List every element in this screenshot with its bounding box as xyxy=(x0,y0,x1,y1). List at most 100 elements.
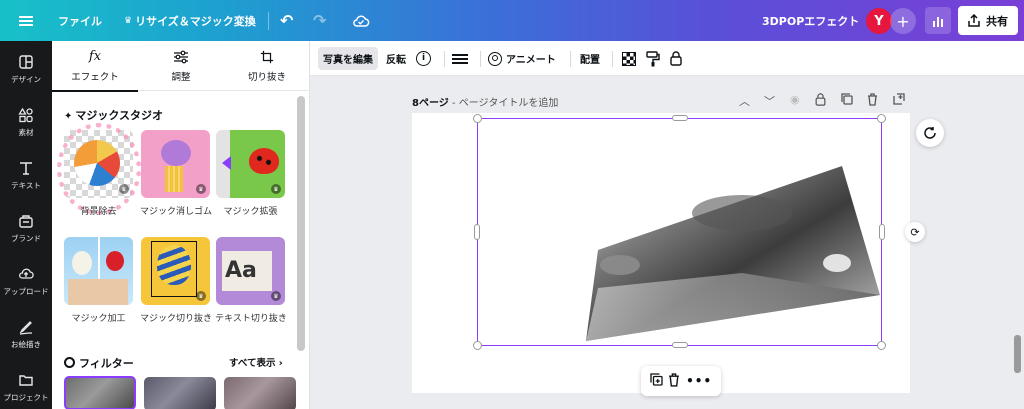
text-sample-image: Aa xyxy=(222,251,272,291)
lock-button[interactable] xyxy=(670,47,682,70)
rail-label: アップロード xyxy=(3,286,49,296)
text-grab-card[interactable]: Aa ♛ xyxy=(216,237,285,305)
border-style-icon xyxy=(452,53,468,64)
tab-crop[interactable]: 切り抜き xyxy=(224,41,310,91)
duplicate-icon xyxy=(841,93,853,105)
magic-eraser-card[interactable]: ♛ xyxy=(141,130,210,198)
resize-handle-right[interactable] xyxy=(879,224,885,240)
more-options-button[interactable]: ••• xyxy=(686,374,712,388)
tab-adjust[interactable]: 調整 xyxy=(138,41,224,91)
resize-handle-br[interactable] xyxy=(877,341,886,350)
add-page-button[interactable] xyxy=(893,93,905,108)
draw-icon xyxy=(19,320,33,335)
page-title-input[interactable]: ページタイトルを追加 xyxy=(459,98,559,109)
rail-item-projects[interactable]: プロジェクト xyxy=(0,363,52,409)
selection-frame xyxy=(477,118,882,346)
resize-handle-left[interactable] xyxy=(474,224,480,240)
shapes-icon xyxy=(18,107,33,122)
avatar-initial: Y xyxy=(874,13,884,29)
duplicate-page-button[interactable] xyxy=(841,93,853,108)
magic-studio-title: ✦ マジックスタジオ xyxy=(64,107,163,123)
info-icon: i xyxy=(416,51,431,66)
animate-button[interactable]: アニメート xyxy=(488,47,556,70)
copy-style-button[interactable] xyxy=(646,47,660,70)
toolbar-divider xyxy=(570,51,571,67)
rail-label: プロジェクト xyxy=(3,392,49,402)
position-button[interactable]: 配置 xyxy=(580,47,600,70)
flip-button[interactable]: 反転 xyxy=(386,47,406,70)
rail-item-text[interactable]: テキスト xyxy=(0,151,52,199)
resize-handle-top[interactable] xyxy=(672,115,688,121)
add-member-button[interactable]: + xyxy=(890,8,916,34)
chevron-right-icon: › xyxy=(275,358,283,369)
rail-item-elements[interactable]: 素材 xyxy=(0,98,52,146)
lock-icon xyxy=(670,51,682,66)
design-title-text: 3DPOPエフェクト xyxy=(762,14,860,28)
page-header: 8ページ - ページタイトルを追加 xyxy=(412,98,559,109)
hide-page-button[interactable]: ◉ xyxy=(790,93,800,106)
redo-button[interactable]: ↷ xyxy=(313,0,326,41)
toolbar-divider xyxy=(480,51,481,67)
filter-thumbnail[interactable] xyxy=(64,376,136,409)
chevron-down-icon: ﹀ xyxy=(764,95,775,108)
magic-item-label: マジック拡張 xyxy=(223,207,278,217)
toolbar-divider xyxy=(612,51,613,67)
resize-handle-tr[interactable] xyxy=(877,114,886,123)
panel-scrollbar[interactable] xyxy=(297,96,305,351)
magic-item-label: マジック切り抜き xyxy=(139,314,212,324)
canvas-scrollbar[interactable] xyxy=(1014,335,1021,373)
resize-handle-bl[interactable] xyxy=(473,341,482,350)
layout-icon xyxy=(19,54,33,69)
ladybug-image xyxy=(249,148,279,174)
rail-item-uploads[interactable]: アップロード xyxy=(0,257,52,305)
redo-icon: ↷ xyxy=(313,11,327,30)
page-down-button[interactable]: ﹀ xyxy=(764,93,775,109)
animate-icon xyxy=(488,51,502,66)
avatar[interactable]: Y xyxy=(866,8,892,34)
eraser-image xyxy=(161,140,191,166)
refresh-suggestion-button[interactable] xyxy=(916,119,944,147)
menu-button[interactable] xyxy=(12,0,40,41)
delete-button[interactable] xyxy=(668,372,680,390)
cloud-icon xyxy=(353,14,370,27)
resize-handle-tl[interactable] xyxy=(473,114,482,123)
pro-crown-icon: ♛ xyxy=(196,184,206,194)
delete-page-button[interactable] xyxy=(867,93,878,109)
share-button[interactable]: 共有 xyxy=(958,6,1018,35)
rotate-handle[interactable]: ⟳ xyxy=(905,222,925,242)
transparency-button[interactable] xyxy=(622,47,636,70)
see-all-link[interactable]: すべて表示 › xyxy=(229,355,283,369)
page-up-button[interactable]: ︿ xyxy=(739,93,750,109)
resize-button[interactable]: ♛ リサイズ＆マジック変換 xyxy=(124,0,256,41)
edit-photo-button[interactable]: 写真を編集 xyxy=(318,47,378,70)
left-rail: デザイン 素材 テキスト ブランド アップロード お絵描き プロジェクト xyxy=(0,41,52,409)
chevron-up-icon: ︿ xyxy=(739,95,750,108)
magic-expand-card[interactable]: ♛ xyxy=(216,130,285,198)
rail-item-brand[interactable]: ブランド xyxy=(0,204,52,252)
tab-effects[interactable]: fx エフェクト xyxy=(52,41,138,92)
arrow-left-icon xyxy=(222,156,231,170)
resize-handle-bottom[interactable] xyxy=(672,342,688,348)
duplicate-button[interactable] xyxy=(650,373,663,389)
info-button[interactable]: i xyxy=(416,47,431,70)
filter-thumbnail[interactable] xyxy=(224,377,296,409)
fx-icon: fx xyxy=(88,49,102,64)
magic-grab-card[interactable]: ♛ xyxy=(141,237,210,305)
more-icon: ••• xyxy=(686,374,713,388)
position-label: 配置 xyxy=(580,55,600,66)
design-title[interactable]: 3DPOPエフェクト xyxy=(762,0,859,41)
border-style-button[interactable] xyxy=(452,47,468,70)
undo-button[interactable]: ↶ xyxy=(280,0,293,41)
flowers-image xyxy=(72,251,92,275)
insights-button[interactable] xyxy=(925,7,951,34)
rail-item-draw[interactable]: お絵描き xyxy=(0,310,52,358)
see-all-label: すべて表示 xyxy=(229,358,276,369)
rail-item-design[interactable]: デザイン xyxy=(0,45,52,93)
cloud-save-button[interactable] xyxy=(352,0,370,41)
folder-icon xyxy=(19,374,33,386)
magic-edit-card[interactable] xyxy=(64,237,133,305)
lock-page-button[interactable] xyxy=(815,93,826,109)
pro-crown-icon: ♛ xyxy=(271,184,281,194)
filter-thumbnail[interactable] xyxy=(144,377,216,409)
file-menu-button[interactable]: ファイル xyxy=(58,0,102,41)
